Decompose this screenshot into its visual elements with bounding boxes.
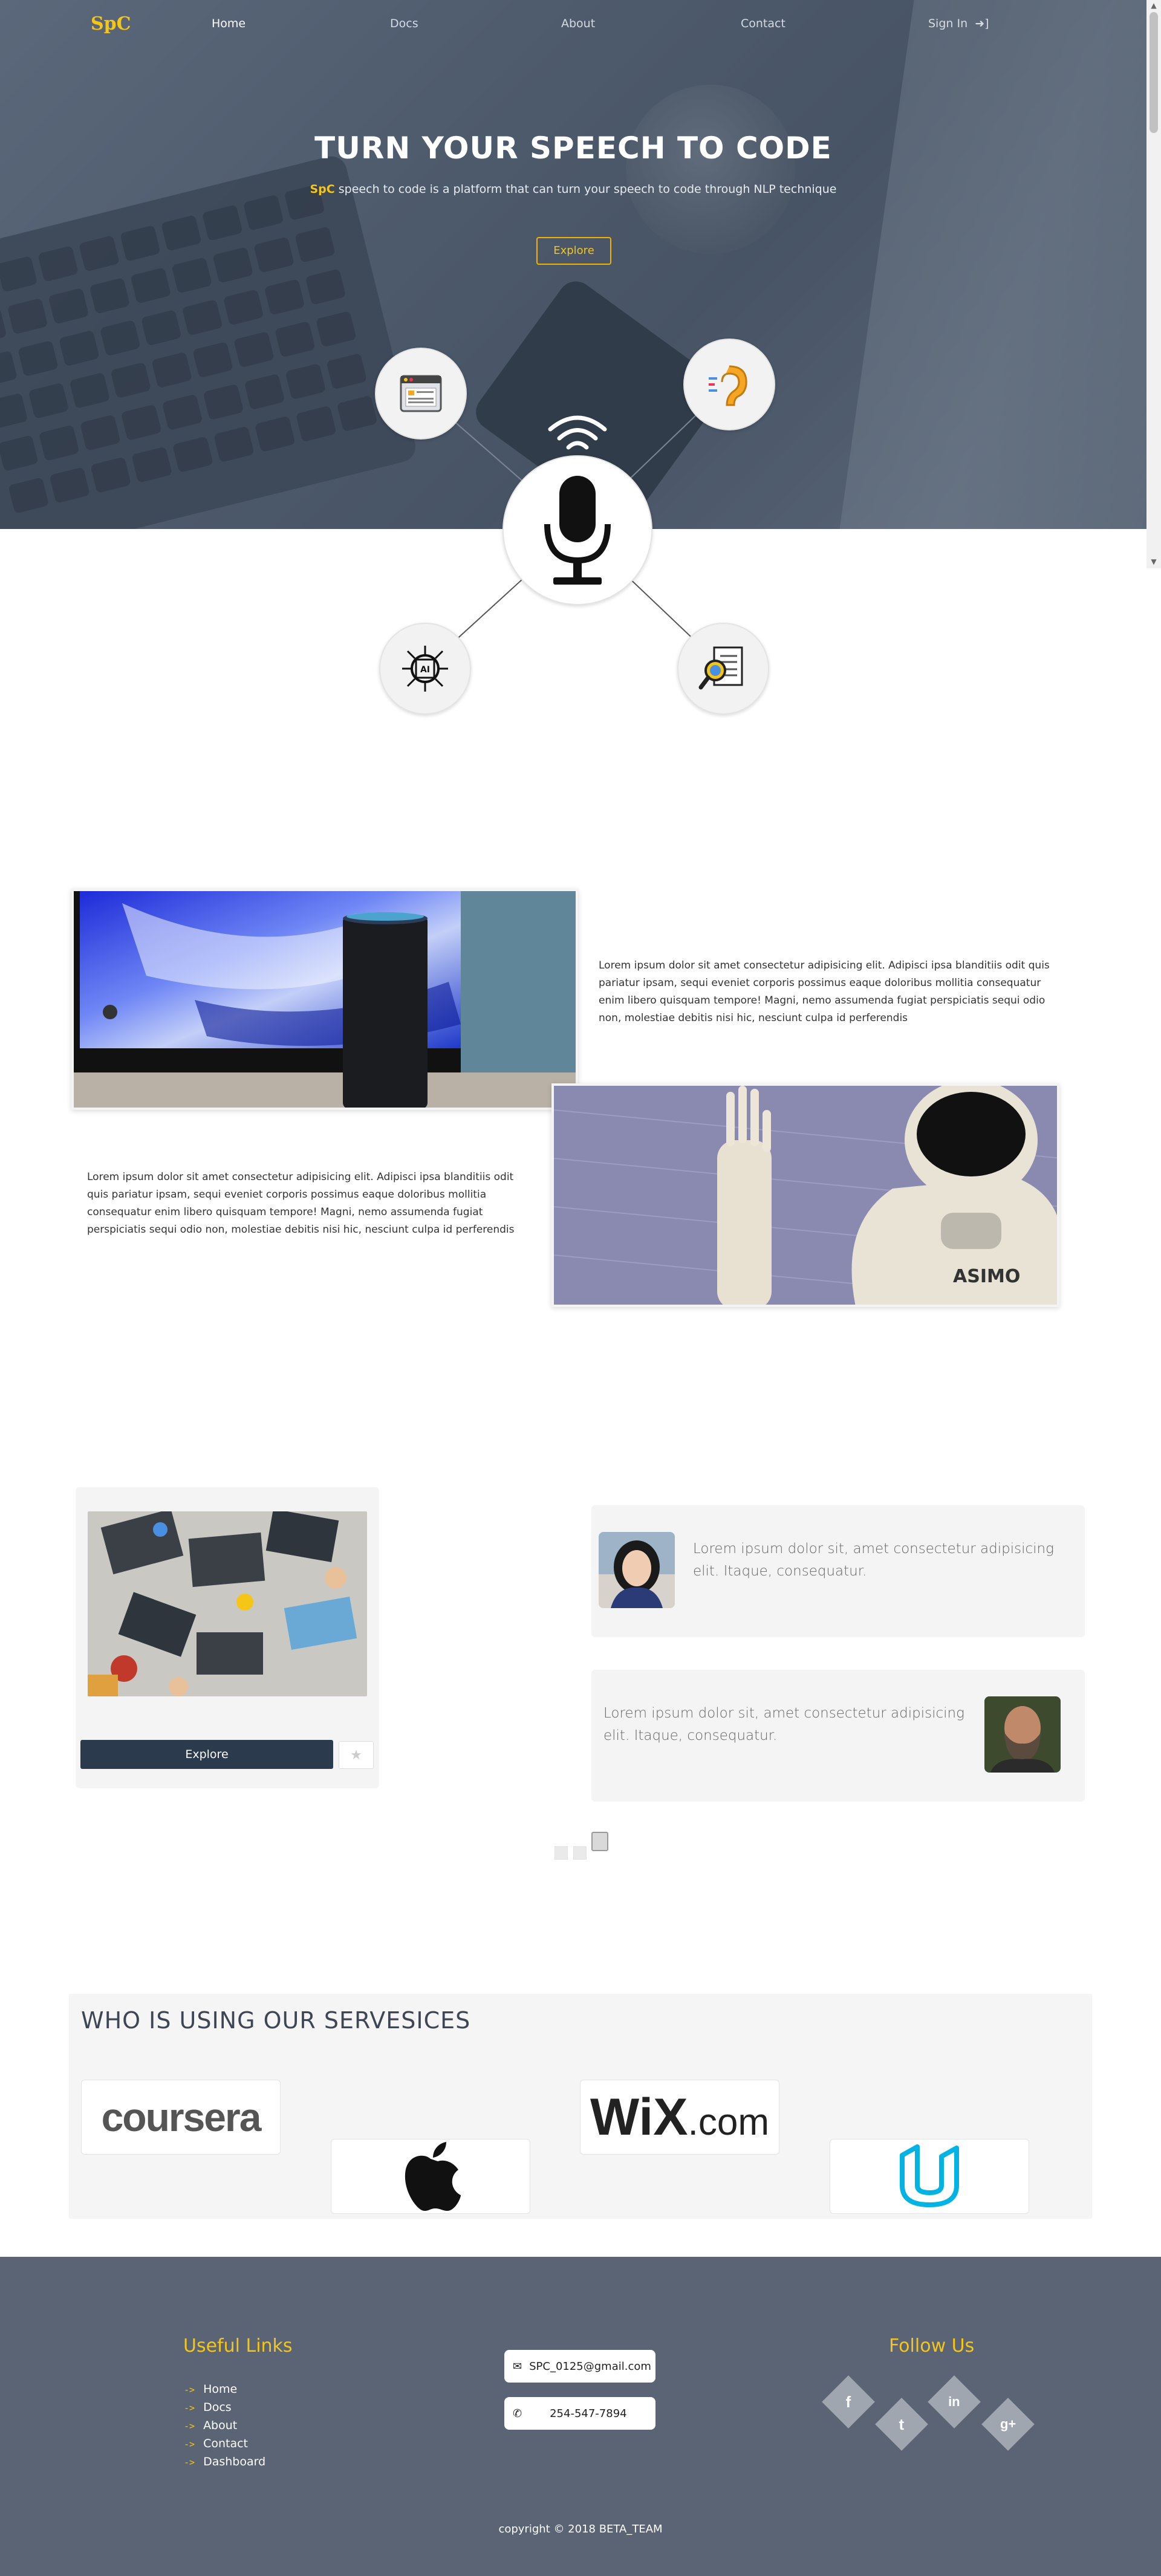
linkedin-button[interactable]: in: [928, 2375, 981, 2428]
twitter-button[interactable]: t: [875, 2398, 928, 2451]
ai-chip-icon: AI: [402, 646, 448, 692]
card-explore-button[interactable]: Explore: [80, 1740, 333, 1769]
feature-text-2: Lorem ipsum dolor sit amet consectetur a…: [87, 1171, 515, 1236]
workspace-photo: [88, 1511, 367, 1696]
microphone-node[interactable]: [502, 455, 652, 605]
email-contact[interactable]: ✉ SPC_0125@gmail.com: [504, 2350, 655, 2383]
footer-link-about[interactable]: -> About: [184, 2419, 237, 2432]
footer-link-home-label: Home: [203, 2383, 238, 2396]
ear-listening-icon: [709, 365, 747, 406]
arrow-icon: ->: [184, 2402, 195, 2413]
favorite-button[interactable]: ★: [339, 1741, 374, 1769]
ear-node[interactable]: [683, 339, 775, 430]
partners-title: WHO IS USING OUR SERVESICES: [81, 2007, 471, 2034]
footer-link-docs-label: Docs: [203, 2401, 232, 2414]
browser-node[interactable]: [375, 348, 467, 440]
wix-logo: WiX.com: [590, 2088, 769, 2147]
wix-logo-suffix: .com: [688, 2101, 770, 2143]
man-portrait: [984, 1696, 1061, 1773]
twitter-icon: t: [899, 2415, 905, 2433]
smart-speaker-photo: [74, 891, 576, 1108]
avatar-woman: [599, 1532, 675, 1608]
partner-logo-wix[interactable]: WiX.com: [580, 2080, 779, 2155]
browser-window-icon: [400, 375, 442, 412]
scroll-up-arrow[interactable]: ▲: [1146, 0, 1161, 11]
sign-in-icon: ➜]: [975, 17, 989, 30]
arrow-icon: ->: [184, 2384, 195, 2395]
arrow-icon: ->: [184, 2439, 195, 2450]
top-navbar: SpC Home Docs About Contact Sign In ➜]: [0, 0, 1146, 47]
carousel-dot-3-active[interactable]: [591, 1832, 608, 1851]
svg-text:AI: AI: [420, 665, 430, 675]
arrow-icon: ->: [184, 2421, 195, 2432]
nav-link-home[interactable]: Home: [212, 17, 246, 30]
footer-link-contact-label: Contact: [203, 2437, 248, 2450]
follow-us-title: Follow Us: [889, 2335, 975, 2357]
footer-link-dashboard-label: Dashboard: [203, 2455, 266, 2468]
partner-logo-apple[interactable]: [331, 2139, 530, 2214]
footer-link-docs[interactable]: -> Docs: [184, 2401, 232, 2414]
phone-icon: ✆: [513, 2407, 522, 2420]
phone-contact[interactable]: ✆ 254-547-7894: [504, 2397, 655, 2430]
footer-link-contact[interactable]: -> Contact: [184, 2437, 248, 2450]
asimo-robot-photo: ASIMO: [554, 1086, 1057, 1305]
star-icon: ★: [350, 1747, 362, 1763]
feature-text-1: Lorem ipsum dolor sit amet consectetur a…: [599, 959, 1050, 1024]
scrollbar-thumb[interactable]: [1150, 12, 1158, 133]
footer-link-dashboard[interactable]: -> Dashboard: [184, 2455, 265, 2468]
apple-logo-icon: [405, 2142, 461, 2211]
hero-explore-button[interactable]: Explore: [536, 237, 611, 265]
wifi-waves-icon: [548, 415, 607, 450]
google-plus-icon: g+: [1000, 2416, 1016, 2432]
partner-logo-coursera[interactable]: coursera: [81, 2080, 281, 2155]
facebook-button[interactable]: f: [822, 2375, 875, 2428]
sign-in-label: Sign In: [928, 17, 968, 30]
testimonial-card-1: Lorem ipsum dolor sit, amet consectetur …: [591, 1505, 1085, 1637]
partner-logo-udacity[interactable]: [830, 2139, 1029, 2214]
nav-link-docs[interactable]: Docs: [390, 17, 418, 30]
footer-link-home[interactable]: -> Home: [184, 2383, 237, 2396]
facebook-icon: f: [845, 2392, 851, 2411]
brand-logo[interactable]: SpC: [91, 13, 131, 34]
nav-link-contact[interactable]: Contact: [741, 17, 785, 30]
workspace-image: [88, 1511, 367, 1696]
footer-link-about-label: About: [203, 2419, 238, 2432]
hero-title: TURN YOUR SPEECH TO CODE: [314, 131, 832, 166]
woman-portrait: [599, 1532, 675, 1608]
nav-link-about[interactable]: About: [561, 17, 595, 30]
arrow-icon: ->: [184, 2457, 195, 2468]
ai-chip-node[interactable]: AI: [379, 623, 471, 715]
useful-links-title: Useful Links: [183, 2335, 293, 2357]
document-search-node[interactable]: [677, 623, 769, 715]
hero-subtitle-text: speech to code is a platform that can tu…: [338, 183, 837, 196]
avatar-man: [984, 1696, 1061, 1773]
robot-image: ASIMO: [551, 1083, 1059, 1307]
phone-text: 254-547-7894: [550, 2407, 627, 2420]
document-search-icon: [698, 646, 743, 690]
asimo-label: ASIMO: [953, 1266, 1020, 1287]
testimonial-card-2: Lorem ipsum dolor sit, amet consectetur …: [591, 1670, 1085, 1802]
scroll-down-arrow[interactable]: ▼: [1146, 556, 1161, 567]
udacity-logo-icon: [900, 2144, 959, 2207]
explore-card: Explore ★: [76, 1487, 379, 1788]
carousel-dot-2[interactable]: [573, 1846, 587, 1860]
carousel-dot-1[interactable]: [554, 1846, 568, 1860]
partners-section: WHO IS USING OUR SERVESICES coursera WiX…: [69, 1994, 1092, 2219]
email-text: SPC_0125@gmail.com: [529, 2360, 651, 2373]
hero-subtitle-brand: SpC: [310, 183, 335, 196]
page-scrollbar[interactable]: ▲ ▼: [1146, 0, 1161, 568]
hero-subtitle: SpC speech to code is a platform that ca…: [0, 183, 1146, 196]
copyright-text: copyright © 2018 BETA_TEAM: [498, 2523, 663, 2535]
testimonial-text-2: Lorem ipsum dolor sit, amet consectetur …: [603, 1705, 964, 1744]
microphone-icon: [544, 476, 611, 585]
google-plus-button[interactable]: g+: [981, 2398, 1035, 2451]
wix-logo-name: WiX: [590, 2088, 688, 2146]
linkedin-icon: in: [948, 2394, 960, 2409]
coursera-logo: coursera: [101, 2095, 262, 2140]
testimonial-text-1: Lorem ipsum dolor sit, amet consectetur …: [693, 1541, 1054, 1579]
envelope-icon: ✉: [513, 2360, 522, 2373]
smart-speaker-image: [71, 889, 578, 1110]
nav-sign-in[interactable]: Sign In ➜]: [928, 17, 989, 30]
